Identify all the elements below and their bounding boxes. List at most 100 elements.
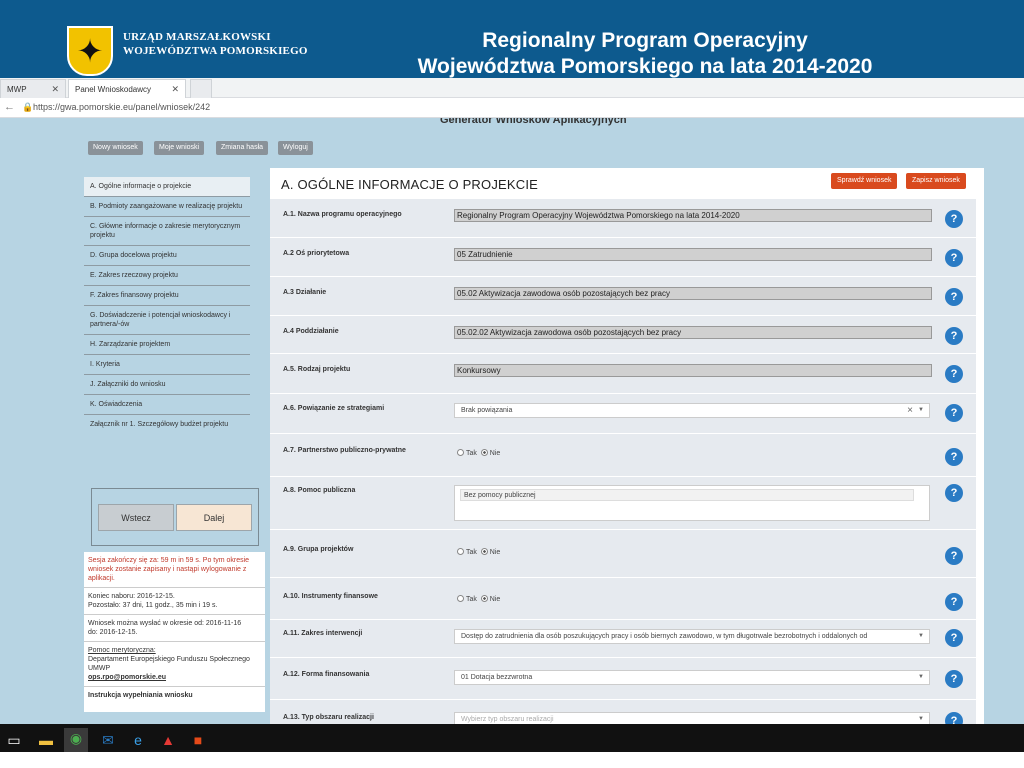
help-icon[interactable]: ? <box>945 249 963 267</box>
chevron-down-icon: ▼ <box>918 633 924 639</box>
deadline-remaining: Pozostało: 37 dni, 11 godz., 35 min i 19… <box>88 602 218 609</box>
help-icon[interactable]: ? <box>945 448 963 466</box>
sidebar-item-k[interactable]: K. Oświadczenia <box>84 395 250 415</box>
field-label: A.1. Nazwa programu operacyjnego <box>283 211 402 218</box>
public-aid-box[interactable]: Bez pomocy publicznej <box>454 485 930 521</box>
help-icon[interactable]: ? <box>945 484 963 502</box>
field-label: A.10. Instrumenty finansowe <box>283 593 378 600</box>
slide-title: Regionalny Program Operacyjny Województw… <box>330 28 960 80</box>
sidebar-item-e[interactable]: E. Zakres rzeczowy projektu <box>84 266 250 286</box>
help-email-link[interactable]: ops.rpo@pomorskie.eu <box>88 673 261 682</box>
sidebar-item-b[interactable]: B. Podmioty zaangażowane w realizację pr… <box>84 197 250 217</box>
intervention-scope-select[interactable]: Dostęp do zatrudnienia dla osób poszukuj… <box>454 629 930 644</box>
project-type-field: Konkursowy <box>454 364 932 377</box>
help-icon[interactable]: ? <box>945 629 963 647</box>
org-name-line2: WOJEWÓDZTWA POMORSKIEGO <box>123 45 308 57</box>
section-sidebar: A. Ogólne informacje o projekcie B. Podm… <box>84 177 250 434</box>
new-application-button[interactable]: Nowy wniosek <box>88 141 143 155</box>
slide-bottom-margin <box>0 752 1024 768</box>
change-password-button[interactable]: Zmiana hasła <box>216 141 269 155</box>
radio-yes-label: Tak <box>466 549 477 556</box>
acrobat-icon[interactable]: ▲ <box>158 730 178 750</box>
help-department: Departament Europejskiego Funduszu Społe… <box>88 656 250 672</box>
sidebar-item-h[interactable]: H. Zarządzanie projektem <box>84 335 250 355</box>
org-name-line1: URZĄD MARSZAŁKOWSKI <box>123 31 271 43</box>
address-bar: ← 🔒 https://gwa.pomorskie.eu/panel/wnios… <box>0 98 1024 118</box>
sidebar-item-c[interactable]: C. Główne informacje o zakresie merytory… <box>84 217 250 246</box>
submission-to: do: 2016-12-15. <box>88 629 138 636</box>
sidebar-item-i[interactable]: I. Kryteria <box>84 355 250 375</box>
field-label: A.2 Oś priorytetowa <box>283 250 350 257</box>
financing-form-value: 01 Dotacja bezzwrotna <box>461 674 533 681</box>
task-view-icon[interactable]: ▭ <box>4 730 24 750</box>
radio-no[interactable] <box>480 449 488 456</box>
sidebar-item-f[interactable]: F. Zakres finansowy projektu <box>84 286 250 306</box>
check-application-button[interactable]: Sprawdź wniosek <box>831 173 898 189</box>
sidebar-item-d[interactable]: D. Grupa docelowa projektu <box>84 246 250 266</box>
next-button[interactable]: Dalej <box>176 504 252 531</box>
browser-tab-mwp[interactable]: MWP ✕ <box>0 79 66 98</box>
tab-label: Panel Wnioskodawcy <box>75 85 152 94</box>
chevron-down-icon: ▼ <box>918 407 924 413</box>
back-arrow-icon[interactable]: ← <box>4 101 15 113</box>
new-tab-button[interactable] <box>190 79 212 98</box>
help-icon[interactable]: ? <box>945 288 963 306</box>
radio-yes[interactable] <box>457 595 464 602</box>
row-a12: A.12. Forma finansowania 01 Dotacja bezz… <box>270 658 976 700</box>
area-type-select[interactable]: Wybierz typ obszaru realizacji ▼ <box>454 712 930 724</box>
help-icon[interactable]: ? <box>945 327 963 345</box>
sidebar-item-a[interactable]: A. Ogólne informacje o projekcie <box>84 177 250 197</box>
outlook-icon[interactable]: ✉ <box>98 730 118 750</box>
radio-yes[interactable] <box>457 449 464 456</box>
form-panel: A. OGÓLNE INFORMACJE O PROJEKCIE Sprawdź… <box>270 168 984 724</box>
instruction-link[interactable]: Instrukcja wypełniania wniosku <box>84 687 265 704</box>
tab-label: MWP <box>7 85 27 94</box>
close-icon[interactable]: ✕ <box>51 84 59 95</box>
clear-icon[interactable]: × <box>907 405 913 416</box>
help-title: Pomoc merytoryczna: <box>88 647 156 654</box>
slide-title-line1: Regionalny Program Operacyjny <box>482 29 808 52</box>
chevron-down-icon: ▼ <box>918 716 924 722</box>
help-icon[interactable]: ? <box>945 593 963 611</box>
strategy-select[interactable]: Brak powiązania × ▼ <box>454 403 930 418</box>
help-icon[interactable]: ? <box>945 365 963 383</box>
row-a6: A.6. Powiązanie ze strategiami Brak powi… <box>270 394 976 434</box>
row-a11: A.11. Zakres interwencji Dostęp do zatru… <box>270 620 976 658</box>
financing-form-select[interactable]: 01 Dotacja bezzwrotna ▼ <box>454 670 930 685</box>
sidebar-item-g[interactable]: G. Doświadczenie i potencjał wnioskodawc… <box>84 306 250 335</box>
radio-yes[interactable] <box>457 548 464 555</box>
chrome-icon[interactable]: ◉ <box>64 728 88 752</box>
save-application-button[interactable]: Zapisz wniosek <box>906 173 966 189</box>
generator-title: Generator Wniosków Aplikacyjnych <box>440 118 627 126</box>
logout-button[interactable]: Wyloguj <box>278 141 313 155</box>
close-icon[interactable]: ✕ <box>171 84 179 95</box>
radio-no[interactable] <box>480 595 488 602</box>
field-label: A.11. Zakres interwencji <box>283 630 363 637</box>
browser-tab-panel[interactable]: Panel Wnioskodawcy ✕ <box>68 79 186 98</box>
help-icon[interactable]: ? <box>945 210 963 228</box>
url-input[interactable]: https://gwa.pomorskie.eu/panel/wniosek/2… <box>33 102 210 112</box>
radio-no[interactable] <box>480 548 488 555</box>
back-button[interactable]: Wstecz <box>98 504 174 531</box>
browser-tab-bar: MWP ✕ Panel Wnioskodawcy ✕ <box>0 78 1024 98</box>
form-title: A. OGÓLNE INFORMACJE O PROJEKCIE <box>281 177 539 192</box>
my-applications-button[interactable]: Moje wnioski <box>154 141 205 155</box>
powerpoint-icon[interactable]: ■ <box>188 730 208 750</box>
field-label: A.3 Działanie <box>283 289 327 296</box>
help-icon[interactable]: ? <box>945 670 963 688</box>
help-icon[interactable]: ? <box>945 547 963 565</box>
sidebar-item-budget[interactable]: Załącznik nr 1. Szczegółowy budżet proje… <box>84 415 250 434</box>
help-icon[interactable]: ? <box>945 404 963 422</box>
help-icon[interactable]: ? <box>945 712 963 724</box>
page-content: Generator Wniosków Aplikacyjnych Nowy wn… <box>0 118 1024 724</box>
help-contact: Pomoc merytoryczna: Departament Europejs… <box>84 642 265 687</box>
row-a4: A.4 Poddziałanie 05.02.02 Aktywizacja za… <box>270 316 976 354</box>
sidebar-item-j[interactable]: J. Załączniki do wniosku <box>84 375 250 395</box>
form-header: A. OGÓLNE INFORMACJE O PROJEKCIE Sprawdź… <box>270 168 984 198</box>
field-label: A.4 Poddziałanie <box>283 328 339 335</box>
internet-explorer-icon[interactable]: e <box>128 730 148 750</box>
radio-no-label: Nie <box>489 450 501 457</box>
strategy-select-value: Brak powiązania <box>461 407 513 414</box>
file-explorer-icon[interactable]: ▬ <box>36 730 56 750</box>
presentation-banner: ✦ URZĄD MARSZAŁKOWSKI WOJEWÓDZTWA POMORS… <box>0 0 1024 78</box>
